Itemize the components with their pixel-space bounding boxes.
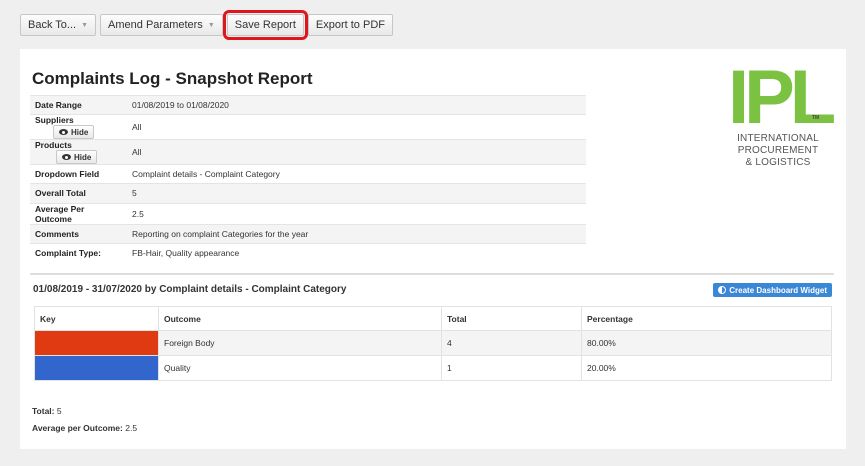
param-row-products: Products Hide All [30, 139, 586, 165]
param-row-comments: Comments Reporting on complaint Categori… [30, 223, 586, 244]
param-value: 2.5 [127, 202, 586, 225]
save-report-label: Save Report [234, 19, 296, 31]
report-parameters-table: Date Range 01/08/2019 to 01/08/2020 Supp… [30, 94, 586, 263]
col-header-total: Total [441, 306, 582, 331]
hide-products-button[interactable]: Hide [56, 150, 98, 165]
percentage-cell: 20.00% [581, 355, 832, 381]
param-row-overall-total: Overall Total 5 [30, 183, 586, 204]
param-value: Complaint details - Complaint Category [127, 164, 586, 184]
amend-parameters-label: Amend Parameters [108, 19, 203, 31]
param-key: Complaint Type: [30, 242, 127, 263]
col-header-percentage: Percentage [581, 306, 832, 331]
param-key: Comments [30, 223, 127, 244]
param-value: All [127, 139, 586, 165]
col-header-outcome: Outcome [158, 306, 442, 331]
outcome-table-header: Key Outcome Total Percentage [34, 306, 832, 331]
logo-line-3: & LOGISTICS [745, 157, 811, 168]
summary-total: Total: 5 [32, 406, 62, 416]
eye-slash-icon [62, 154, 71, 161]
param-value: 5 [127, 183, 586, 204]
report-title: Complaints Log - Snapshot Report [32, 69, 313, 88]
create-dashboard-widget-button[interactable]: Create Dashboard Widget [713, 283, 832, 297]
param-row-average-per-outcome: Average Per Outcome 2.5 [30, 202, 586, 225]
report-panel: Complaints Log - Snapshot Report Date Ra… [20, 49, 846, 449]
ipl-logo: IPL TM INTERNATIONAL PROCUREMENT & LOGIS… [728, 55, 836, 175]
summary-total-value: 5 [56, 406, 62, 416]
param-key: Suppliers Hide [30, 114, 127, 140]
param-value: FB-Hair, Quality appearance [127, 242, 586, 263]
param-row-dropdown-field: Dropdown Field Complaint details - Compl… [30, 164, 586, 184]
export-pdf-label: Export to PDF [315, 19, 385, 31]
param-key-label: Suppliers [35, 115, 74, 126]
hide-label: Hide [71, 127, 89, 137]
percentage-cell: 80.00% [581, 330, 832, 356]
summary-average-label: Average per Outcome: [32, 423, 123, 433]
param-key: Average Per Outcome [30, 202, 127, 225]
param-row-suppliers: Suppliers Hide All [30, 114, 586, 140]
logo-letters: IPL [728, 55, 836, 140]
chevron-down-icon: ▼ [81, 21, 89, 29]
save-report-button[interactable]: Save Report [222, 10, 308, 40]
summary-total-label: Total: [32, 406, 55, 416]
color-key-swatch [34, 330, 159, 356]
export-pdf-button[interactable]: Export to PDF [307, 14, 393, 36]
param-key: Overall Total [30, 183, 127, 204]
color-key-swatch [34, 355, 159, 381]
col-header-key: Key [34, 306, 159, 331]
param-row-date-range: Date Range 01/08/2019 to 01/08/2020 [30, 94, 586, 115]
param-value: Reporting on complaint Categories for th… [127, 223, 586, 244]
table-row: Foreign Body 4 80.00% [34, 330, 832, 356]
param-key-label: Products [35, 140, 72, 151]
total-cell: 4 [441, 330, 582, 356]
outcome-cell: Foreign Body [158, 330, 442, 356]
hide-suppliers-button[interactable]: Hide [53, 125, 95, 140]
back-to-label: Back To... [28, 19, 77, 31]
param-value: All [127, 114, 586, 140]
outcome-cell: Quality [158, 355, 442, 381]
eye-slash-icon [59, 129, 68, 136]
param-row-complaint-type: Complaint Type: FB-Hair, Quality appeara… [30, 242, 586, 263]
logo-line-2: PROCUREMENT [737, 145, 819, 156]
create-widget-label: Create Dashboard Widget [729, 285, 827, 295]
section-divider [30, 273, 834, 275]
chevron-down-icon: ▼ [207, 21, 215, 29]
param-value: 01/08/2019 to 01/08/2020 [127, 94, 586, 115]
summary-average: Average per Outcome: 2.5 [32, 423, 137, 433]
logo-tm: TM [812, 115, 820, 121]
hide-label: Hide [74, 152, 92, 162]
logo-line-1: INTERNATIONAL [737, 133, 819, 144]
toolbar: Back To... ▼ Amend Parameters ▼ Save Rep… [20, 10, 393, 40]
amend-parameters-button[interactable]: Amend Parameters ▼ [100, 14, 223, 36]
total-cell: 1 [441, 355, 582, 381]
outcome-table: Key Outcome Total Percentage Foreign Bod… [34, 306, 832, 381]
param-key: Date Range [30, 94, 127, 115]
param-key: Dropdown Field [30, 164, 127, 184]
half-circle-icon [718, 286, 727, 294]
back-to-button[interactable]: Back To... ▼ [20, 14, 97, 36]
param-key: Products Hide [30, 139, 127, 165]
summary-average-value: 2.5 [125, 423, 138, 433]
section-title: 01/08/2019 - 31/07/2020 by Complaint det… [33, 284, 347, 295]
table-row: Quality 1 20.00% [34, 355, 832, 381]
